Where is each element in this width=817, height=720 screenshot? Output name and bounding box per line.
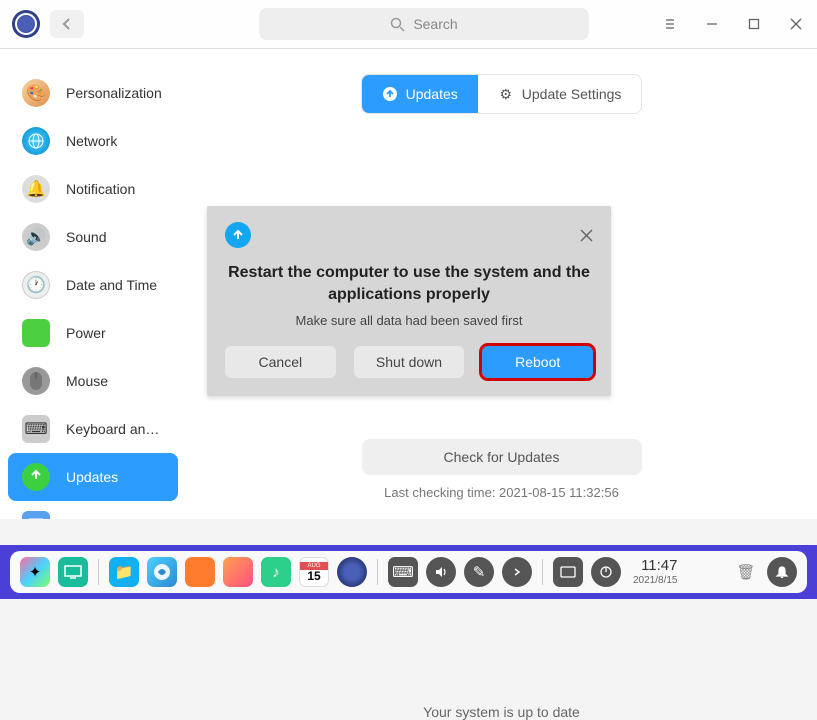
tab-label: Update Settings	[522, 86, 622, 102]
power-tray-icon[interactable]	[591, 557, 621, 587]
sidebar-item-label: Updates	[66, 469, 118, 485]
photos-icon[interactable]	[223, 557, 253, 587]
sidebar-item-updates[interactable]: Updates	[8, 453, 178, 501]
reboot-button[interactable]: Reboot	[482, 346, 593, 378]
launcher-icon[interactable]: ✦	[20, 557, 50, 587]
check-updates-button[interactable]: Check for Updates	[362, 439, 642, 475]
tab-update-settings[interactable]: ⚙ Update Settings	[478, 75, 642, 113]
chevron-left-icon	[62, 17, 72, 31]
mouse-icon	[22, 367, 50, 395]
clipboard-tray-icon[interactable]: ✎	[464, 557, 494, 587]
sidebar-item-label: System Info	[66, 517, 140, 519]
sidebar-item-sound[interactable]: 🔊 Sound	[8, 213, 178, 261]
minimize-icon	[705, 17, 719, 31]
sidebar-item-label: Sound	[66, 229, 106, 245]
close-icon	[580, 229, 593, 242]
last-check-text: Last checking time: 2021-08-15 11:32:56	[384, 485, 619, 500]
expand-tray-icon[interactable]	[502, 557, 532, 587]
sidebar-item-datetime[interactable]: 🕐 Date and Time	[8, 261, 178, 309]
search-placeholder: Search	[413, 16, 457, 32]
minimize-button[interactable]	[703, 15, 721, 33]
menu-button[interactable]	[661, 15, 679, 33]
dialog-close-button[interactable]	[580, 229, 593, 242]
trash-tray-icon[interactable]: 🗑	[731, 557, 761, 587]
status-text: Your system is up to date	[423, 704, 580, 720]
time-text: 11:47	[633, 558, 678, 575]
tab-row: Updates ⚙ Update Settings	[361, 74, 643, 114]
upload-circle-icon	[225, 222, 251, 248]
sidebar-item-keyboard[interactable]: ⌨ Keyboard and ...	[8, 405, 178, 453]
info-icon	[22, 511, 50, 519]
sidebar: 🎨 Personalization Network 🔔 Notification…	[0, 49, 186, 519]
sidebar-item-systeminfo[interactable]: System Info	[8, 501, 178, 519]
volume-tray-icon[interactable]	[426, 557, 456, 587]
button-label: Cancel	[259, 354, 303, 370]
hamburger-icon	[663, 18, 677, 30]
keyboard-icon: ⌨	[22, 415, 50, 443]
sidebar-item-label: Personalization	[66, 85, 162, 101]
titlebar: Search	[0, 0, 817, 49]
sidebar-item-label: Power	[66, 325, 106, 341]
taskbar-container: ✦ 📁 ♪ AUG 15 ⌨ ✎ 1	[0, 545, 817, 599]
search-icon	[390, 17, 405, 32]
desktop-icon[interactable]	[58, 557, 88, 587]
sidebar-item-network[interactable]: Network	[8, 117, 178, 165]
search-input[interactable]: Search	[259, 8, 589, 40]
bell-icon: 🔔	[22, 175, 50, 203]
sidebar-item-notification[interactable]: 🔔 Notification	[8, 165, 178, 213]
button-label: Reboot	[515, 354, 560, 370]
dialog-title: Restart the computer to use the system a…	[225, 262, 593, 307]
maximize-icon	[748, 18, 760, 30]
sidebar-item-mouse[interactable]: Mouse	[8, 357, 178, 405]
battery-icon	[22, 319, 50, 347]
sidebar-item-label: Network	[66, 133, 117, 149]
taskbar: ✦ 📁 ♪ AUG 15 ⌨ ✎ 1	[10, 551, 807, 593]
screen-tray-icon[interactable]	[553, 557, 583, 587]
restart-dialog: Restart the computer to use the system a…	[207, 206, 611, 396]
store-icon[interactable]	[185, 557, 215, 587]
notification-tray-icon[interactable]	[767, 557, 797, 587]
sidebar-item-label: Notification	[66, 181, 135, 197]
clock[interactable]: 11:47 2021/8/15	[633, 558, 678, 586]
sidebar-item-label: Date and Time	[66, 277, 157, 293]
gear-icon: ⚙	[498, 86, 514, 102]
music-icon[interactable]: ♪	[261, 557, 291, 587]
browser-icon[interactable]	[147, 557, 177, 587]
cancel-button[interactable]: Cancel	[225, 346, 336, 378]
palette-icon: 🎨	[22, 79, 50, 107]
sidebar-item-power[interactable]: Power	[8, 309, 178, 357]
clock-icon: 🕐	[22, 271, 50, 299]
speaker-icon: 🔊	[22, 223, 50, 251]
shutdown-button[interactable]: Shut down	[354, 346, 465, 378]
date-text: 2021/8/15	[633, 575, 678, 586]
keyboard-tray-icon[interactable]: ⌨	[388, 557, 418, 587]
check-button-label: Check for Updates	[444, 449, 560, 465]
network-icon	[22, 127, 50, 155]
settings-app-icon[interactable]	[337, 557, 367, 587]
back-button[interactable]	[50, 10, 84, 38]
calendar-icon[interactable]: AUG 15	[299, 557, 329, 587]
window-controls	[661, 15, 805, 33]
app-icon	[12, 10, 40, 38]
sidebar-item-personalization[interactable]: 🎨 Personalization	[8, 69, 178, 117]
files-icon[interactable]: 📁	[109, 557, 139, 587]
sidebar-item-label: Keyboard and ...	[66, 421, 164, 437]
tab-label: Updates	[406, 86, 458, 102]
close-icon	[790, 18, 802, 30]
dialog-subtitle: Make sure all data had been saved first	[225, 313, 593, 328]
button-label: Shut down	[376, 354, 442, 370]
upload-icon	[382, 86, 398, 102]
close-button[interactable]	[787, 15, 805, 33]
update-icon	[22, 463, 50, 491]
maximize-button[interactable]	[745, 15, 763, 33]
sidebar-item-label: Mouse	[66, 373, 108, 389]
tab-updates[interactable]: Updates	[362, 75, 478, 113]
